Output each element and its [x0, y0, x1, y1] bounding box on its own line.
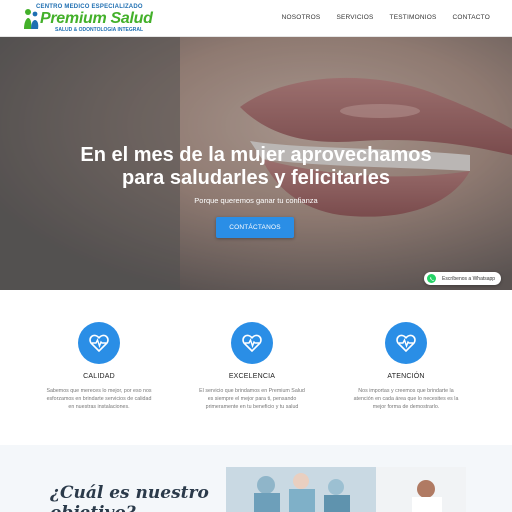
- logo-sub-text: SALUD & ODONTOLOGIA INTEGRAL: [55, 27, 144, 33]
- objective-title-line1: ¿Cuál es nuestro: [50, 483, 209, 503]
- hero-section: En el mes de la mujer aprovechamos para …: [0, 37, 512, 290]
- feature-title: EXCELENCIA: [228, 373, 276, 380]
- hero-title-line1: En el mes de la mujer aprovechamos: [80, 144, 432, 166]
- feature-calidad: CALIDAD Sabemos que mereces lo mejor, po…: [44, 322, 154, 411]
- objective-title: ¿Cuál es nuestro objetivo?: [50, 483, 209, 512]
- feature-title: CALIDAD: [83, 373, 115, 380]
- hero-title-line2: para saludarles y felicitarles: [122, 167, 390, 189]
- feature-text: Nos importas y creemos que brindarte la …: [353, 388, 459, 410]
- feature-icon-circle: [385, 322, 427, 364]
- heart-pulse-icon: [242, 334, 262, 352]
- whatsapp-icon: [427, 274, 436, 283]
- whatsapp-button[interactable]: Escríbenos a Whatsapp: [424, 272, 501, 285]
- hero-subtitle: Porque queremos ganar tu confianza: [194, 196, 318, 205]
- feature-text: Sabemos que mereces lo mejor, por eso no…: [46, 388, 152, 410]
- nav-item-servicios[interactable]: SERVICIOS: [336, 14, 373, 21]
- objective-section: ¿Cuál es nuestro objetivo?: [0, 445, 512, 512]
- whatsapp-label: Escríbenos a Whatsapp: [442, 275, 496, 282]
- hero-title: En el mes de la mujer aprovechamos para …: [0, 144, 512, 190]
- feature-icon-circle: [231, 322, 273, 364]
- heart-pulse-icon: [396, 334, 416, 352]
- logo-main-text: Premium Salud: [40, 10, 153, 27]
- main-nav: NOSOTROS SERVICIOS TESTIMONIOS CONTACTO: [282, 14, 490, 21]
- nav-item-contacto[interactable]: CONTACTO: [453, 14, 490, 21]
- feature-atencion: ATENCIÓN Nos importas y creemos que brin…: [351, 322, 461, 411]
- feature-title: ATENCIÓN: [387, 373, 425, 380]
- nav-item-nosotros[interactable]: NOSOTROS: [282, 14, 321, 21]
- logo[interactable]: CENTRO MEDICO ESPECIALIZADO Premium Salu…: [22, 3, 157, 33]
- feature-text: El servicio que brindamos en Premium Sal…: [199, 388, 305, 410]
- feature-excelencia: EXCELENCIA El servicio que brindamos en …: [197, 322, 307, 411]
- nav-item-testimonios[interactable]: TESTIMONIOS: [390, 14, 437, 21]
- site-header: CENTRO MEDICO ESPECIALIZADO Premium Salu…: [0, 0, 512, 37]
- logo-people-icon: [24, 9, 39, 29]
- heart-pulse-icon: [89, 334, 109, 352]
- features-section: CALIDAD Sabemos que mereces lo mejor, po…: [0, 290, 512, 445]
- feature-icon-circle: [78, 322, 120, 364]
- objective-title-line2: objetivo?: [50, 503, 209, 512]
- contact-button[interactable]: CONTÁCTANOS: [216, 217, 294, 238]
- medical-team-image: [226, 467, 466, 512]
